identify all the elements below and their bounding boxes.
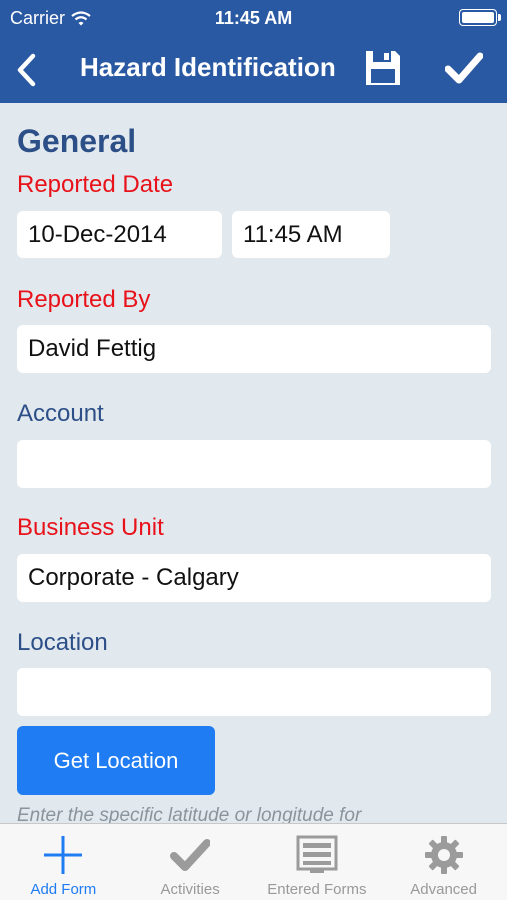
battery-icon <box>459 9 501 26</box>
reported-date-label: Reported Date <box>17 171 174 198</box>
form-content[interactable]: General Reported Date 10-Dec-2014 11:45 … <box>0 103 507 823</box>
save-button[interactable] <box>360 46 406 90</box>
reported-time-field[interactable]: 11:45 AM <box>232 211 390 258</box>
plus-icon <box>44 836 83 874</box>
section-title: General <box>17 123 137 159</box>
get-location-button[interactable]: Get Location <box>17 726 215 795</box>
checkmark-icon <box>170 839 211 871</box>
floppy-disk-icon <box>366 51 400 85</box>
business-unit-label: Business Unit <box>17 514 164 541</box>
submit-button[interactable] <box>440 46 488 90</box>
status-time: 11:45 AM <box>214 8 293 28</box>
location-hint: Enter the specific latitude or longitude… <box>17 805 362 823</box>
location-field[interactable] <box>17 668 491 716</box>
forms-list-icon <box>296 835 338 873</box>
account-field[interactable] <box>17 440 491 488</box>
tab-advanced[interactable]: Advanced <box>380 824 507 900</box>
business-unit-field[interactable]: Corporate - Calgary <box>17 554 491 602</box>
reported-by-label: Reported By <box>17 286 151 313</box>
tab-add-form[interactable]: Add Form <box>0 824 127 900</box>
page-title: Hazard Identification <box>80 52 336 82</box>
checkmark-icon <box>445 52 483 84</box>
tab-label: Entered Forms <box>267 881 367 898</box>
tab-entered-forms[interactable]: Entered Forms <box>254 824 381 900</box>
back-button[interactable] <box>8 48 44 92</box>
reported-date-field[interactable]: 10-Dec-2014 <box>17 211 222 258</box>
app-header: Carrier 11:45 AM Hazard Identification <box>0 0 507 103</box>
reported-by-field[interactable]: David Fettig <box>17 325 491 373</box>
chevron-left-icon <box>17 53 36 87</box>
tab-label: Add Form <box>30 881 97 898</box>
tab-bar: Add Form Activities Entered Forms Advanc… <box>0 823 507 900</box>
tab-activities[interactable]: Activities <box>127 824 254 900</box>
gear-icon <box>424 836 463 874</box>
account-label: Account <box>17 400 104 427</box>
tab-label: Activities <box>160 881 220 898</box>
location-label: Location <box>17 629 108 656</box>
tab-label: Advanced <box>410 881 477 898</box>
